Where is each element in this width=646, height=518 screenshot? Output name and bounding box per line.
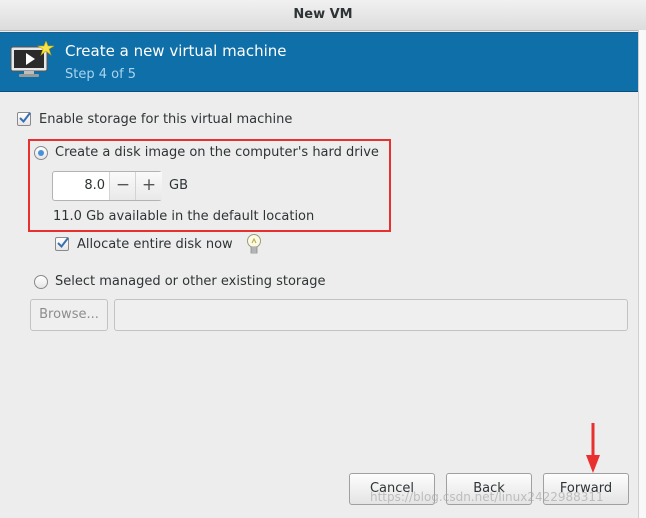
lightbulb-hint-icon[interactable]: [246, 233, 262, 257]
enable-storage-checkbox[interactable]: [17, 112, 31, 126]
create-disk-label[interactable]: Create a disk image on the computer's ha…: [55, 145, 379, 160]
available-space-text: 11.0 Gb available in the default locatio…: [53, 209, 315, 224]
wizard-title: Create a new virtual machine: [65, 42, 287, 60]
window-edge: [638, 30, 646, 518]
decrement-button[interactable]: −: [109, 172, 136, 200]
checkmark-icon: [57, 237, 69, 249]
window-title: New VM: [293, 7, 353, 22]
allocate-disk-checkbox[interactable]: [55, 237, 69, 251]
disk-size-unit: GB: [169, 178, 188, 193]
window-titlebar: New VM: [0, 0, 646, 31]
vm-monitor-icon: [10, 41, 54, 77]
browse-button[interactable]: Browse...: [30, 299, 108, 331]
red-arrow-annotation: [586, 423, 600, 473]
wizard-header: Create a new virtual machine Step 4 of 5: [0, 32, 638, 92]
wizard-step: Step 4 of 5: [65, 67, 137, 82]
create-disk-radio[interactable]: [34, 146, 48, 160]
increment-button[interactable]: +: [135, 172, 162, 200]
managed-storage-radio[interactable]: [34, 275, 48, 289]
disk-size-value[interactable]: 8.0: [53, 172, 105, 200]
storage-path-input[interactable]: [114, 299, 628, 331]
watermark-text: https://blog.csdn.net/linux2422988311: [370, 490, 604, 504]
managed-storage-label[interactable]: Select managed or other existing storage: [55, 274, 325, 289]
allocate-disk-label[interactable]: Allocate entire disk now: [77, 237, 233, 252]
checkmark-icon: [19, 112, 31, 124]
disk-size-spinner[interactable]: 8.0 − +: [52, 171, 162, 201]
enable-storage-label[interactable]: Enable storage for this virtual machine: [39, 112, 292, 127]
